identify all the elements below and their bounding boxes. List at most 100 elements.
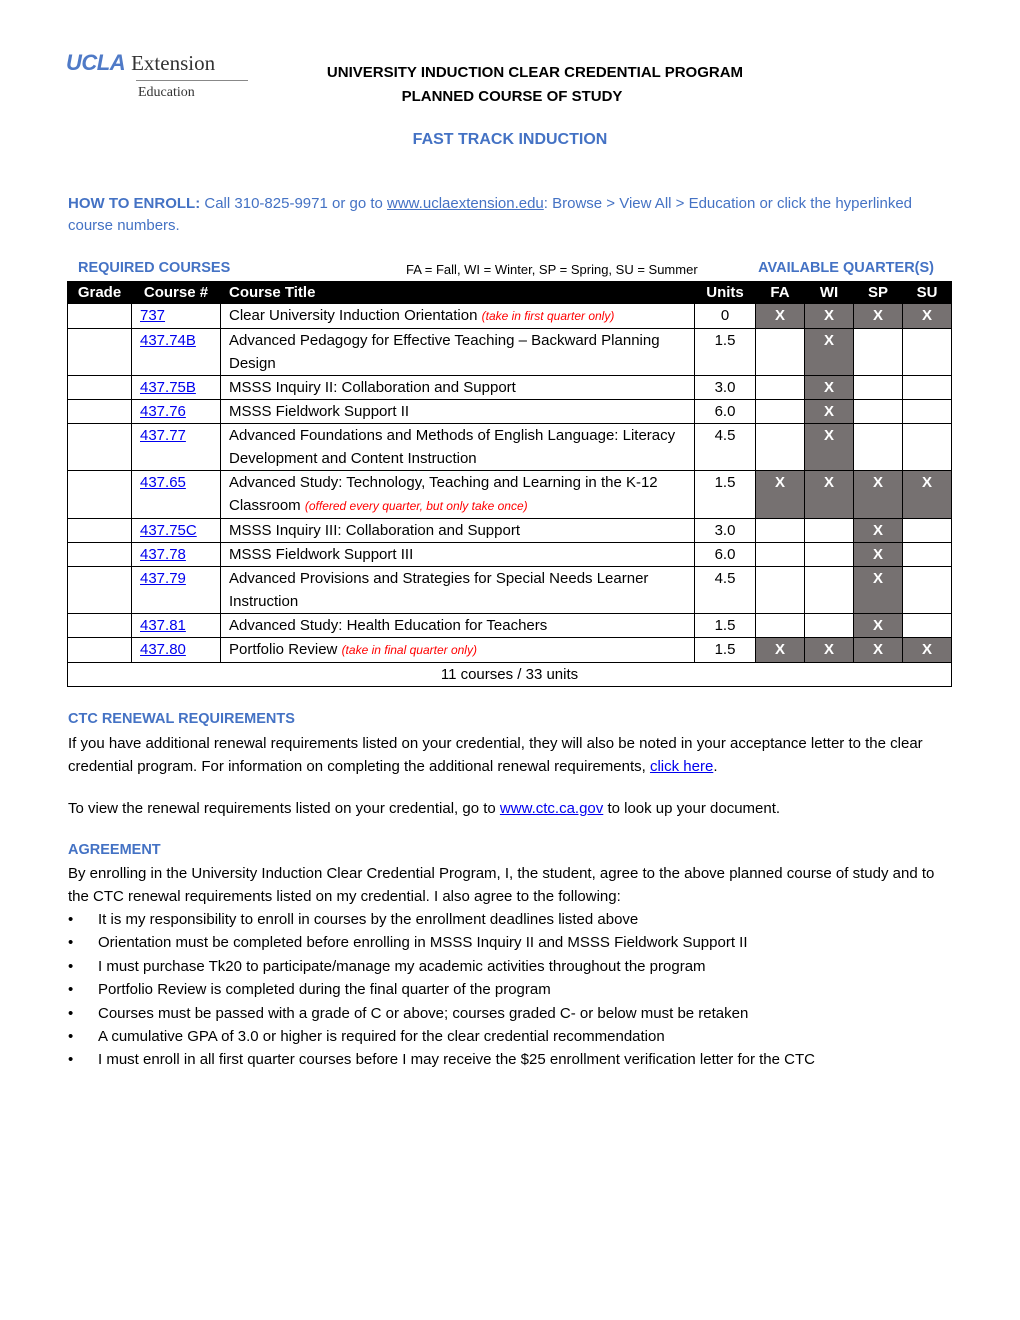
table-row: 437.75C MSSS Inquiry III: Collaboration a… (67, 518, 952, 543)
quarter-wi-cell (804, 613, 854, 638)
grade-cell[interactable] (67, 518, 132, 543)
quarter-fa-cell: X (755, 470, 805, 519)
course-link[interactable]: 437.75B (140, 379, 196, 396)
agreement-item-text: I must enroll in all first quarter cours… (98, 1051, 815, 1069)
grade-cell[interactable] (67, 542, 132, 567)
ctc-heading: CTC RENEWAL REQUIREMENTS (68, 711, 295, 727)
units-cell: 4.5 (694, 423, 756, 471)
grade-cell[interactable] (67, 637, 132, 663)
course-number-cell: 437.75B (131, 375, 221, 400)
grade-cell[interactable] (67, 399, 132, 424)
grade-cell[interactable] (67, 566, 132, 614)
quarter-wi-cell: X (804, 399, 854, 424)
course-title: Clear University Induction Orientation (229, 307, 478, 324)
quarter-su-cell (902, 375, 952, 400)
course-note: (take in first quarter only) (481, 309, 615, 323)
uclaextension-link[interactable]: www.uclaextension.edu (387, 195, 544, 212)
course-link[interactable]: 437.79 (140, 570, 186, 587)
click-here-link[interactable]: click here (650, 758, 713, 775)
agreement-item-text: I must purchase Tk20 to participate/mana… (98, 957, 706, 975)
agreement-item: • Courses must be passed with a grade of … (68, 1002, 958, 1025)
ctc-gov-link[interactable]: www.ctc.ca.gov (500, 800, 603, 817)
quarter-wi-cell (804, 518, 854, 543)
course-title: Advanced Study: Health Education for Tea… (229, 617, 548, 634)
course-title: Advanced Foundations and Methods of Engl… (229, 427, 676, 467)
units-cell: 3.0 (694, 518, 756, 543)
units-cell: 0 (694, 303, 756, 329)
course-link[interactable]: 737 (140, 307, 165, 324)
course-link[interactable]: 437.77 (140, 427, 186, 444)
course-table: Grade Course # Course Title Units FA WI … (67, 281, 952, 687)
col-units: Units (694, 281, 756, 304)
quarter-wi-cell: X (804, 423, 854, 471)
table-row: 437.75B MSSS Inquiry II: Collaboration an… (67, 375, 952, 400)
table-row: 737 Clear University Induction Orientatio… (67, 303, 952, 329)
quarter-sp-cell: X (853, 470, 903, 519)
course-title-cell: Advanced Provisions and Strategies for S… (220, 566, 695, 614)
course-link[interactable]: 437.65 (140, 474, 186, 491)
quarter-su-cell (902, 518, 952, 543)
course-link[interactable]: 437.78 (140, 546, 186, 563)
course-title: Advanced Pedagogy for Effective Teaching… (229, 332, 660, 372)
ctc-text-2-after: to look up your document. (603, 800, 781, 817)
course-link[interactable]: 437.81 (140, 617, 186, 634)
table-legend: REQUIRED COURSES FA = Fall, WI = Winter,… (68, 260, 952, 280)
table-row: 437.80 Portfolio Review (take in final qu… (67, 637, 952, 663)
course-title: MSSS Inquiry III: Collaboration and Supp… (229, 522, 520, 539)
course-number-cell: 437.76 (131, 399, 221, 424)
course-title-cell: Advanced Pedagogy for Effective Teaching… (220, 328, 695, 376)
course-link[interactable]: 437.76 (140, 403, 186, 420)
bullet-icon: • (68, 1051, 74, 1069)
course-title-cell: MSSS Fieldwork Support II (220, 399, 695, 424)
units-cell: 6.0 (694, 542, 756, 567)
ctc-paragraph-1: If you have additional renewal requireme… (68, 732, 958, 778)
quarter-sp-cell: X (853, 566, 903, 614)
quarter-wi-cell: X (804, 303, 854, 329)
ctc-text-2: To view the renewal requirements listed … (68, 800, 500, 817)
grade-cell[interactable] (67, 375, 132, 400)
course-number-cell: 437.80 (131, 637, 221, 663)
course-title-cell: Portfolio Review (take in final quarter … (220, 637, 695, 663)
available-quarters-label: AVAILABLE QUARTER(S) (758, 260, 934, 276)
col-grade: Grade (67, 281, 132, 304)
agreement-item-text: Courses must be passed with a grade of C… (98, 1004, 749, 1022)
grade-cell[interactable] (67, 470, 132, 519)
course-number-cell: 437.79 (131, 566, 221, 614)
grade-cell[interactable] (67, 328, 132, 376)
quarter-sp-cell: X (853, 518, 903, 543)
course-number-cell: 737 (131, 303, 221, 329)
enroll-text: Call 310-825-9971 or go to (200, 195, 388, 212)
course-title-cell: MSSS Inquiry III: Collaboration and Supp… (220, 518, 695, 543)
grade-cell[interactable] (67, 303, 132, 329)
quarter-wi-cell: X (804, 470, 854, 519)
agreement-item-text: Portfolio Review is completed during the… (98, 981, 551, 999)
course-link[interactable]: 437.75C (140, 522, 197, 539)
enroll-label: HOW TO ENROLL: (68, 195, 201, 212)
units-cell: 1.5 (694, 613, 756, 638)
quarter-fa-cell (755, 423, 805, 471)
quarter-fa-cell: X (755, 637, 805, 663)
quarter-wi-cell: X (804, 637, 854, 663)
quarter-wi-cell (804, 542, 854, 567)
quarter-sp-cell: X (853, 637, 903, 663)
quarter-sp-cell (853, 423, 903, 471)
quarter-fa-cell (755, 542, 805, 567)
quarter-su-cell (902, 423, 952, 471)
bullet-icon: • (68, 1004, 74, 1022)
required-courses-label: REQUIRED COURSES (78, 260, 231, 276)
agreement-item: • I must enroll in all first quarter cour… (68, 1048, 958, 1071)
grade-cell[interactable] (67, 423, 132, 471)
course-link[interactable]: 437.74B (140, 332, 196, 349)
ctc-paragraph-2: To view the renewal requirements listed … (68, 797, 958, 820)
course-title-cell: Clear University Induction Orientation (… (220, 303, 695, 329)
course-title-cell: MSSS Fieldwork Support III (220, 542, 695, 567)
quarter-su-cell: X (902, 303, 952, 329)
ctc-text-end: . (713, 758, 718, 775)
course-title-cell: MSSS Inquiry II: Collaboration and Suppo… (220, 375, 695, 400)
course-link[interactable]: 437.80 (140, 641, 186, 658)
course-number-cell: 437.65 (131, 470, 221, 519)
agreement-item: • I must purchase Tk20 to participate/man… (68, 955, 958, 978)
grade-cell[interactable] (67, 613, 132, 638)
units-cell: 4.5 (694, 566, 756, 614)
quarter-su-cell (902, 613, 952, 638)
